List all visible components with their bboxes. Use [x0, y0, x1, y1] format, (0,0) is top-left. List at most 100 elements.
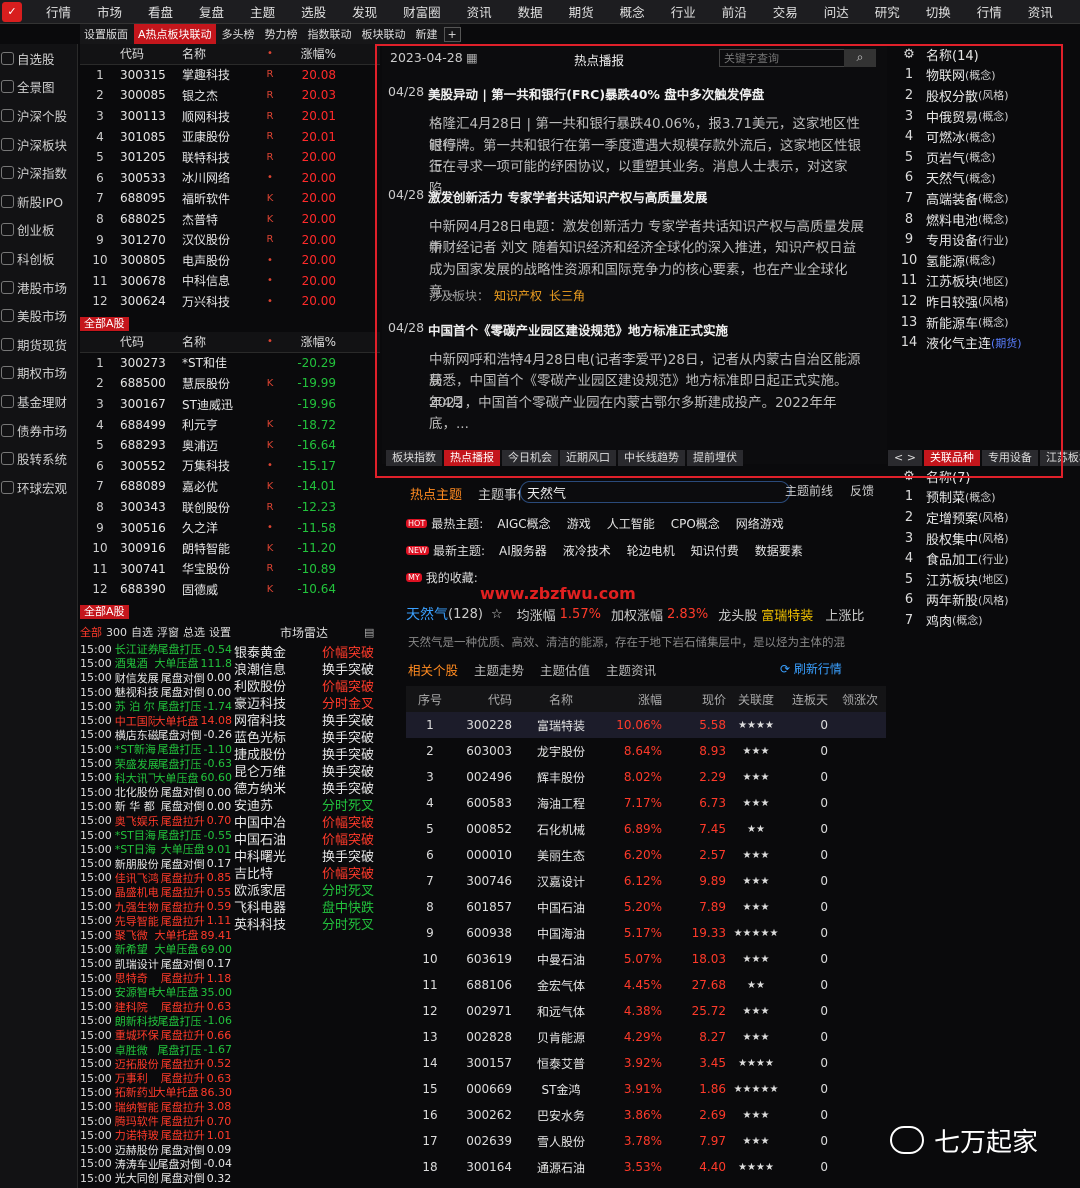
radar-alert[interactable]: 15:00 拓新药业 大单托盘 86.30 — [80, 1085, 232, 1100]
radar-alert[interactable]: 15:00 *ST新海 尾盘打压 -1.10 — [80, 742, 232, 757]
radar-tab-0[interactable]: 全部 — [80, 625, 102, 639]
radar-alert[interactable]: 15:00 聚飞微 大单托盘 89.41 — [80, 928, 232, 943]
theme-name[interactable]: 天然气 — [406, 604, 448, 624]
table-row[interactable]: 9 300516 久之洋 • -11.58 — [80, 517, 380, 538]
nav-item-13[interactable]: 债券市场 — [0, 416, 77, 445]
radar-alert[interactable]: 15:00 迈赫股份 尾盘对倒 0.09 — [80, 1143, 232, 1157]
radar-alert[interactable]: 15:00 新 华 都尾盘对倒 0.00 — [80, 799, 232, 814]
newest-themes-item[interactable]: AI服务器 — [499, 542, 547, 559]
radar-alert[interactable]: 15:00 重城环保 尾盘拉升 0.66 — [80, 1028, 232, 1043]
radar-signal[interactable]: 中科曙光 换手突破 — [234, 847, 380, 864]
hottest-themes-item[interactable]: 网络游戏 — [736, 515, 784, 532]
news-tab-5[interactable]: 提前埋伏 — [687, 450, 743, 466]
col-name[interactable]: 名称 — [182, 333, 260, 350]
related-tab-0[interactable]: 关联品种 — [923, 450, 980, 466]
menu-item-13[interactable]: 前沿 — [708, 2, 759, 21]
radar-alert[interactable]: 15:00 朗新科技 尾盘打压 -1.06 — [80, 1014, 232, 1028]
table-row[interactable]: 16 300262 巴安水务 3.86% 2.69 ★★★ 0 — [406, 1102, 886, 1128]
table-row[interactable]: 6 000010 美丽生态 6.20% 2.57 ★★★ 0 — [406, 842, 886, 868]
table-row[interactable]: 5 688293 奥浦迈 K -16.64 — [80, 435, 380, 456]
theme-search-input[interactable] — [520, 481, 790, 503]
list-item[interactable]: 12 昨日较强 (风格) — [892, 291, 1080, 312]
table-row[interactable]: 9 301270 汉仪股份 R 20.00 — [80, 229, 380, 250]
radar-tab-3[interactable]: 浮窗 — [157, 625, 179, 639]
nav-item-0[interactable]: 自选股 — [0, 44, 77, 73]
list-item[interactable]: 3 中俄贸易 (概念) — [892, 106, 1080, 127]
radar-alert[interactable]: 15:00 苏 泊 尔尾盘打压 -1.74 — [80, 699, 232, 714]
radar-alert[interactable]: 15:00 涛涛车业 尾盘对倒 -0.04 — [80, 1157, 232, 1171]
radar-signal[interactable]: 网宿科技 换手突破 — [234, 711, 380, 728]
radar-alert[interactable]: 15:00 思特奇 尾盘拉升 1.18 — [80, 971, 232, 986]
table-row[interactable]: 2 603003 龙宇股份 8.64% 8.93 ★★★ 0 — [406, 738, 886, 764]
table-row[interactable]: 11 300741 华宝股份 R -10.89 — [80, 559, 380, 580]
menu-icon[interactable]: ▤ — [364, 625, 374, 639]
column-header[interactable]: 代码 — [454, 691, 520, 708]
news-date[interactable]: 2023-04-28 — [390, 50, 463, 65]
table-row[interactable]: 4 600583 海油工程 7.17% 6.73 ★★★ 0 — [406, 790, 886, 816]
menu-item-18[interactable]: 行情 — [963, 2, 1014, 21]
nav-item-6[interactable]: 创业板 — [0, 216, 77, 245]
list-item[interactable]: 13 新能源车 (概念) — [892, 312, 1080, 333]
table-row[interactable]: 6 300552 万集科技 • -15.17 — [80, 456, 380, 477]
table-row[interactable]: 14 300157 恒泰艾普 3.92% 3.45 ★★★★ 0 — [406, 1050, 886, 1076]
news-tab-2[interactable]: 今日机会 — [502, 450, 558, 466]
radar-alert[interactable]: 15:00 卓胜微 尾盘打压 -1.67 — [80, 1042, 232, 1057]
col-name[interactable]: 名称 — [182, 45, 260, 62]
newest-themes-item[interactable]: 数据要素 — [755, 542, 803, 559]
nav-item-10[interactable]: 期货现货 — [0, 330, 77, 359]
feedback-link[interactable]: 反馈 — [850, 482, 874, 499]
radar-alert[interactable]: 15:00 九强生物 尾盘拉升 0.59 — [80, 899, 232, 914]
layout-tab-1[interactable]: A热点板块联动 — [134, 24, 216, 44]
radar-alert[interactable]: 15:00 酒鬼酒 大单压盘 111.8 — [80, 656, 232, 671]
list-header-label[interactable]: 名称(7) — [926, 467, 970, 486]
menu-item-4[interactable]: 主题 — [236, 2, 287, 21]
nav-arrows-icon[interactable]: < > — [888, 450, 922, 466]
news-headline-1[interactable]: 激发创新活力 专家学者共话知识产权与高质量发展 — [428, 187, 707, 206]
radar-alert[interactable]: 15:00 奥飞娱乐 尾盘拉升 0.70 — [80, 814, 232, 828]
radar-signal[interactable]: 捷成股份 换手突破 — [234, 745, 380, 762]
list-item[interactable]: 7 高端装备 (概念) — [892, 188, 1080, 209]
radar-alert[interactable]: 15:00 先导智能 尾盘拉升 1.11 — [80, 914, 232, 928]
radar-alert[interactable]: 15:00 *ST目海 尾盘打压 -0.55 — [80, 828, 232, 843]
radar-tab-1[interactable]: 300 — [106, 626, 127, 639]
column-header[interactable]: 现价 — [662, 691, 726, 708]
menu-item-12[interactable]: 行业 — [657, 2, 708, 21]
col-code[interactable]: 代码 — [120, 45, 182, 62]
theme-subtab-2[interactable]: 主题估值 — [540, 660, 590, 679]
radar-signal[interactable]: 吉比特 价幅突破 — [234, 864, 380, 881]
list-item[interactable]: 2 股权分散 (风格) — [892, 85, 1080, 106]
column-header[interactable]: 涨幅 — [602, 691, 662, 708]
refresh-quotes-button[interactable]: ⟳ 刷新行情 — [780, 660, 842, 677]
calendar-icon[interactable]: ▦ — [466, 50, 478, 65]
table-row[interactable]: 12 002971 和远气体 4.38% 25.72 ★★★ 0 — [406, 998, 886, 1024]
radar-alert[interactable]: 15:00 瑞纳智能 尾盘拉升 3.08 — [80, 1100, 232, 1114]
star-icon[interactable]: ☆ — [491, 607, 503, 622]
all-a-shares-tag[interactable]: 全部A股 — [80, 317, 129, 331]
news-tab-3[interactable]: 近期风口 — [560, 450, 616, 466]
layout-tab-5[interactable]: 板块联动 — [358, 24, 410, 44]
menu-item-15[interactable]: 问达 — [810, 2, 861, 21]
nav-item-7[interactable]: 科创板 — [0, 244, 77, 273]
radar-alert[interactable]: 15:00 *ST日海 大单压盘 9.01 — [80, 842, 232, 857]
theme-frontline-link[interactable]: 主题前线 — [785, 482, 833, 499]
radar-signal[interactable]: 中国石油 价幅突破 — [234, 830, 380, 847]
news-headline-0[interactable]: 美股异动 | 第一共和银行(FRC)暴跌40% 盘中多次触发停盘 — [428, 84, 764, 103]
list-item[interactable]: 9 专用设备 (行业) — [892, 229, 1080, 250]
list-item[interactable]: 2 定增预案 (风格) — [892, 507, 1080, 528]
search-icon[interactable]: ⌕ — [844, 49, 876, 67]
leader-stock[interactable]: 富瑞特装 — [761, 605, 813, 624]
nav-item-4[interactable]: 沪深指数 — [0, 158, 77, 187]
related-sector-link[interactable]: 知识产权 — [494, 287, 542, 304]
news-search-input[interactable] — [719, 49, 845, 67]
menu-item-1[interactable]: 市场 — [83, 2, 134, 21]
table-row[interactable]: 3 002496 辉丰股份 8.02% 2.29 ★★★ 0 — [406, 764, 886, 790]
radar-alert[interactable]: 15:00 建科院 尾盘拉升 0.63 — [80, 1000, 232, 1014]
menu-item-10[interactable]: 期货 — [555, 2, 606, 21]
radar-signal[interactable]: 昆仑万维 换手突破 — [234, 762, 380, 779]
radar-alert[interactable]: 15:00 横店东磁 尾盘对倒 -0.26 — [80, 728, 232, 742]
table-row[interactable]: 4 301085 亚康股份 R 20.01 — [80, 126, 380, 147]
radar-signal[interactable]: 豪迈科技 分时金叉 — [234, 694, 380, 711]
hottest-themes-item[interactable]: AIGC概念 — [497, 515, 550, 532]
radar-signal[interactable]: 利欧股份 价幅突破 — [234, 677, 380, 694]
radar-alert[interactable]: 15:00 财信发展 尾盘对倒 0.00 — [80, 671, 232, 685]
